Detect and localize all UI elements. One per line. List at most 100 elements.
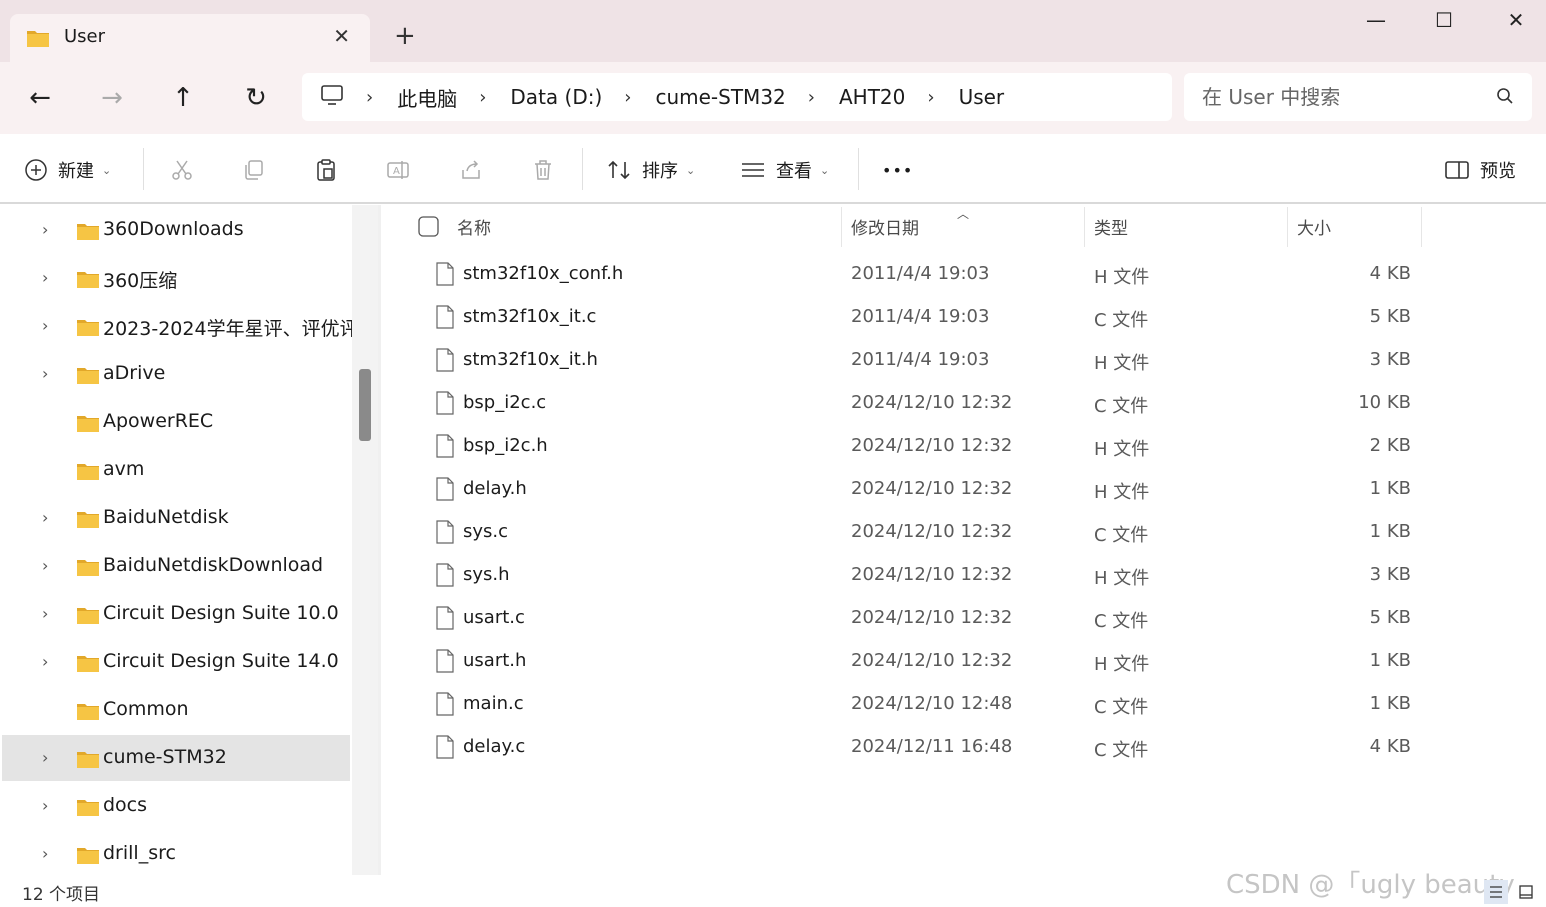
file-name[interactable]: bsp_i2c.h bbox=[463, 435, 548, 456]
chevron-right-icon[interactable]: › bbox=[624, 87, 631, 108]
file-row[interactable]: delay.h 2024/12/10 12:32 H 文件 1 KB bbox=[381, 468, 1421, 511]
sidebar-item[interactable]: › aDrive bbox=[2, 351, 350, 397]
sidebar-item[interactable]: Common bbox=[2, 687, 350, 733]
search-input[interactable] bbox=[1202, 83, 1482, 111]
sidebar-item[interactable]: ApowerREC bbox=[2, 399, 350, 445]
file-name[interactable]: stm32f10x_it.c bbox=[463, 306, 596, 327]
chevron-right-icon[interactable]: › bbox=[42, 556, 48, 575]
sidebar-item[interactable]: › docs bbox=[2, 783, 350, 829]
cut-icon[interactable] bbox=[166, 154, 198, 186]
file-row[interactable]: sys.c 2024/12/10 12:32 C 文件 1 KB bbox=[381, 511, 1421, 554]
minimize-button[interactable]: — bbox=[1356, 8, 1396, 40]
file-row[interactable]: bsp_i2c.h 2024/12/10 12:32 H 文件 2 KB bbox=[381, 425, 1421, 468]
chevron-right-icon[interactable]: › bbox=[42, 268, 48, 287]
column-divider[interactable] bbox=[1084, 207, 1085, 247]
file-row[interactable]: stm32f10x_conf.h 2011/4/4 19:03 H 文件 4 KB bbox=[381, 253, 1421, 296]
refresh-button[interactable]: ↻ bbox=[236, 80, 276, 116]
chevron-right-icon[interactable]: › bbox=[42, 844, 48, 863]
file-row[interactable]: delay.c 2024/12/11 16:48 C 文件 4 KB bbox=[381, 726, 1421, 769]
view-button[interactable]: 查看 ⌄ bbox=[740, 154, 829, 186]
file-row[interactable]: usart.c 2024/12/10 12:32 C 文件 5 KB bbox=[381, 597, 1421, 640]
file-name[interactable]: bsp_i2c.c bbox=[463, 392, 546, 413]
file-name[interactable]: sys.h bbox=[463, 564, 510, 585]
sidebar-item[interactable]: › Circuit Design Suite 14.0 bbox=[2, 639, 350, 685]
search-box[interactable] bbox=[1184, 73, 1532, 121]
address-bar[interactable]: › 此电脑 › Data (D:) › cume-STM32 › AHT20 ›… bbox=[302, 73, 1172, 121]
column-divider[interactable] bbox=[1287, 207, 1288, 247]
chevron-right-icon[interactable]: › bbox=[42, 748, 48, 767]
paste-icon[interactable] bbox=[310, 154, 342, 186]
file-name[interactable]: stm32f10x_conf.h bbox=[463, 263, 623, 284]
breadcrumb-item[interactable]: AHT20 bbox=[839, 85, 905, 109]
large-icons-view-icon[interactable] bbox=[1514, 880, 1538, 904]
sidebar-item[interactable]: › drill_src bbox=[2, 831, 350, 875]
column-header-date[interactable]: 修改日期 bbox=[851, 205, 919, 247]
search-icon[interactable] bbox=[1496, 87, 1514, 109]
share-icon[interactable] bbox=[455, 154, 487, 186]
chevron-right-icon[interactable]: › bbox=[42, 604, 48, 623]
file-row[interactable]: main.c 2024/12/10 12:48 C 文件 1 KB bbox=[381, 683, 1421, 726]
file-row[interactable]: sys.h 2024/12/10 12:32 H 文件 3 KB bbox=[381, 554, 1421, 597]
chevron-right-icon[interactable]: › bbox=[42, 316, 48, 335]
chevron-right-icon[interactable]: › bbox=[808, 87, 815, 108]
file-name[interactable]: delay.h bbox=[463, 478, 527, 499]
file-row[interactable]: stm32f10x_it.h 2011/4/4 19:03 H 文件 3 KB bbox=[381, 339, 1421, 382]
chevron-right-icon[interactable]: › bbox=[479, 87, 486, 108]
column-header-size[interactable]: 大小 bbox=[1297, 205, 1331, 247]
tab-user[interactable]: User ✕ bbox=[10, 14, 370, 62]
file-row[interactable]: bsp_i2c.c 2024/12/10 12:32 C 文件 10 KB bbox=[381, 382, 1421, 425]
new-button[interactable]: 新建 ⌄ bbox=[24, 154, 111, 186]
sidebar-item[interactable]: › cume-STM32 bbox=[2, 735, 350, 781]
scrollbar-thumb[interactable] bbox=[359, 369, 371, 441]
sort-button[interactable]: 排序 ⌄ bbox=[606, 154, 695, 186]
sidebar-item[interactable]: › BaiduNetdisk bbox=[2, 495, 350, 541]
column-divider[interactable] bbox=[1421, 207, 1422, 247]
sidebar-item-label: BaiduNetdisk bbox=[103, 506, 229, 528]
preview-pane-button[interactable]: 预览 bbox=[1444, 154, 1516, 186]
chevron-right-icon[interactable]: › bbox=[42, 220, 48, 239]
file-name[interactable]: delay.c bbox=[463, 736, 525, 757]
breadcrumb-item[interactable]: Data (D:) bbox=[510, 85, 602, 109]
file-row[interactable]: stm32f10x_it.c 2011/4/4 19:03 C 文件 5 KB bbox=[381, 296, 1421, 339]
back-button[interactable]: ← bbox=[20, 80, 60, 116]
sidebar-item[interactable]: › BaiduNetdiskDownload bbox=[2, 543, 350, 589]
breadcrumb-item[interactable]: User bbox=[959, 85, 1005, 109]
file-name[interactable]: usart.c bbox=[463, 607, 525, 628]
details-view-icon[interactable] bbox=[1484, 880, 1508, 904]
tab-close-icon[interactable]: ✕ bbox=[333, 24, 350, 48]
sidebar-scrollbar[interactable] bbox=[352, 205, 378, 875]
file-row[interactable]: usart.h 2024/12/10 12:32 H 文件 1 KB bbox=[381, 640, 1421, 683]
chevron-right-icon[interactable]: › bbox=[42, 796, 48, 815]
file-name[interactable]: main.c bbox=[463, 693, 524, 714]
chevron-right-icon[interactable]: › bbox=[927, 87, 934, 108]
file-name[interactable]: sys.c bbox=[463, 521, 508, 542]
more-options-button[interactable]: ••• bbox=[882, 154, 913, 186]
file-name[interactable]: usart.h bbox=[463, 650, 526, 671]
column-divider[interactable] bbox=[841, 207, 842, 247]
file-icon bbox=[436, 262, 454, 290]
close-window-button[interactable]: ✕ bbox=[1496, 8, 1536, 40]
chevron-right-icon[interactable]: › bbox=[366, 87, 373, 108]
sidebar-item[interactable]: › 360压缩 bbox=[2, 255, 350, 301]
column-header-type[interactable]: 类型 bbox=[1094, 205, 1128, 247]
copy-icon[interactable] bbox=[238, 154, 270, 186]
chevron-right-icon[interactable]: › bbox=[42, 364, 48, 383]
breadcrumb-item[interactable]: cume-STM32 bbox=[655, 85, 785, 109]
sidebar-item[interactable]: › Circuit Design Suite 10.0 bbox=[2, 591, 350, 637]
breadcrumb-item[interactable]: 此电脑 bbox=[397, 83, 457, 112]
maximize-button[interactable]: ☐ bbox=[1424, 8, 1464, 40]
delete-icon[interactable] bbox=[527, 154, 559, 186]
chevron-right-icon[interactable]: › bbox=[42, 508, 48, 527]
sidebar-item[interactable]: avm bbox=[2, 447, 350, 493]
computer-icon[interactable] bbox=[320, 84, 344, 111]
new-tab-button[interactable]: + bbox=[394, 22, 416, 50]
forward-button[interactable]: → bbox=[92, 80, 132, 116]
sidebar-item[interactable]: › 360Downloads bbox=[2, 207, 350, 253]
up-button[interactable]: ↑ bbox=[163, 80, 203, 116]
select-all-checkbox[interactable] bbox=[418, 216, 439, 241]
chevron-right-icon[interactable]: › bbox=[42, 652, 48, 671]
file-name[interactable]: stm32f10x_it.h bbox=[463, 349, 598, 370]
rename-icon[interactable]: A bbox=[382, 154, 414, 186]
column-header-name[interactable]: 名称 bbox=[457, 205, 491, 247]
sidebar-item[interactable]: › 2023-2024学年星评、评优评先 bbox=[2, 303, 352, 349]
